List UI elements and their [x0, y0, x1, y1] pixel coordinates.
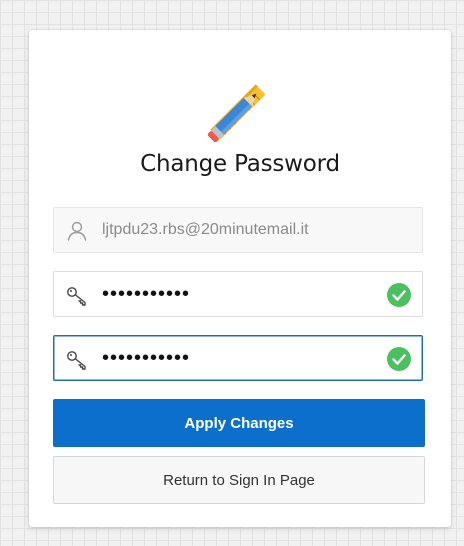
confirm-password-field[interactable]: [53, 335, 423, 381]
username-input[interactable]: [102, 208, 382, 252]
change-password-card: Change Password Ap: [29, 30, 451, 527]
new-password-input[interactable]: [102, 272, 382, 316]
new-password-field[interactable]: [53, 271, 423, 317]
key-icon: [67, 287, 86, 306]
confirm-password-input[interactable]: [102, 336, 382, 380]
user-icon: [67, 221, 87, 241]
return-to-sign-in-button[interactable]: Return to Sign In Page: [53, 456, 425, 504]
username-field[interactable]: [53, 207, 423, 253]
pencil-ruler-icon: [208, 84, 265, 142]
check-circle-icon: [387, 283, 411, 307]
page-title: Change Password: [140, 151, 340, 177]
check-circle-icon: [387, 347, 411, 371]
apply-changes-button[interactable]: Apply Changes: [53, 399, 425, 447]
key-icon: [67, 351, 86, 370]
